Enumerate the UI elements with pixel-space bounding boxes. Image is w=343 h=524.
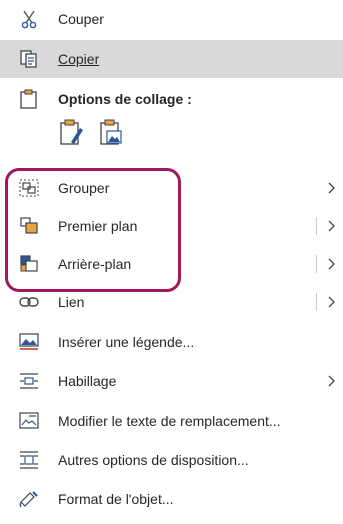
wrap-text-icon: [18, 371, 40, 391]
menu-item-wrap-text[interactable]: Habillage: [0, 362, 343, 400]
alt-text-icon: [18, 411, 40, 431]
context-menu: Couper Copier Options de collage : Group…: [0, 0, 343, 524]
menu-item-format-object[interactable]: Format de l'objet...: [0, 480, 343, 518]
insert-caption-label: Insérer une légende...: [58, 334, 195, 350]
copy-icon: [18, 49, 40, 69]
paste-as-picture-icon[interactable]: [98, 118, 124, 148]
copy-label: Copier: [58, 51, 100, 67]
insert-caption-icon: [18, 332, 40, 352]
menu-item-cut[interactable]: Couper: [0, 0, 343, 38]
link-icon: [18, 292, 40, 312]
menu-item-copy[interactable]: Copier: [0, 40, 343, 78]
chevron-right-icon[interactable]: [326, 220, 336, 232]
split-divider: [316, 255, 317, 273]
wrap-text-label: Habillage: [58, 373, 117, 389]
clipboard-icon: [18, 89, 40, 109]
paste-options-label: Options de collage :: [58, 91, 192, 107]
format-object-label: Format de l'objet...: [58, 491, 174, 507]
alt-text-label: Modifier le texte de remplacement...: [58, 413, 281, 429]
paste-with-format-icon[interactable]: [58, 118, 84, 148]
cut-label: Couper: [58, 11, 104, 27]
split-divider: [316, 217, 317, 235]
split-divider: [316, 293, 317, 311]
chevron-right-icon: [326, 375, 336, 387]
paste-options-header: Options de collage :: [0, 80, 343, 118]
menu-item-layout-options[interactable]: Autres options de disposition...: [0, 441, 343, 479]
chevron-right-icon[interactable]: [326, 296, 336, 308]
format-object-icon: [18, 489, 40, 509]
scissors-icon: [18, 9, 40, 29]
layout-options-label: Autres options de disposition...: [58, 452, 249, 468]
chevron-right-icon[interactable]: [326, 258, 336, 270]
menu-item-insert-caption[interactable]: Insérer une légende...: [0, 323, 343, 361]
layout-options-icon: [18, 450, 40, 470]
chevron-right-icon: [326, 182, 336, 194]
paste-buttons-row: [0, 118, 343, 160]
menu-item-alt-text[interactable]: Modifier le texte de remplacement...: [0, 402, 343, 440]
highlight-frame: [5, 168, 181, 292]
